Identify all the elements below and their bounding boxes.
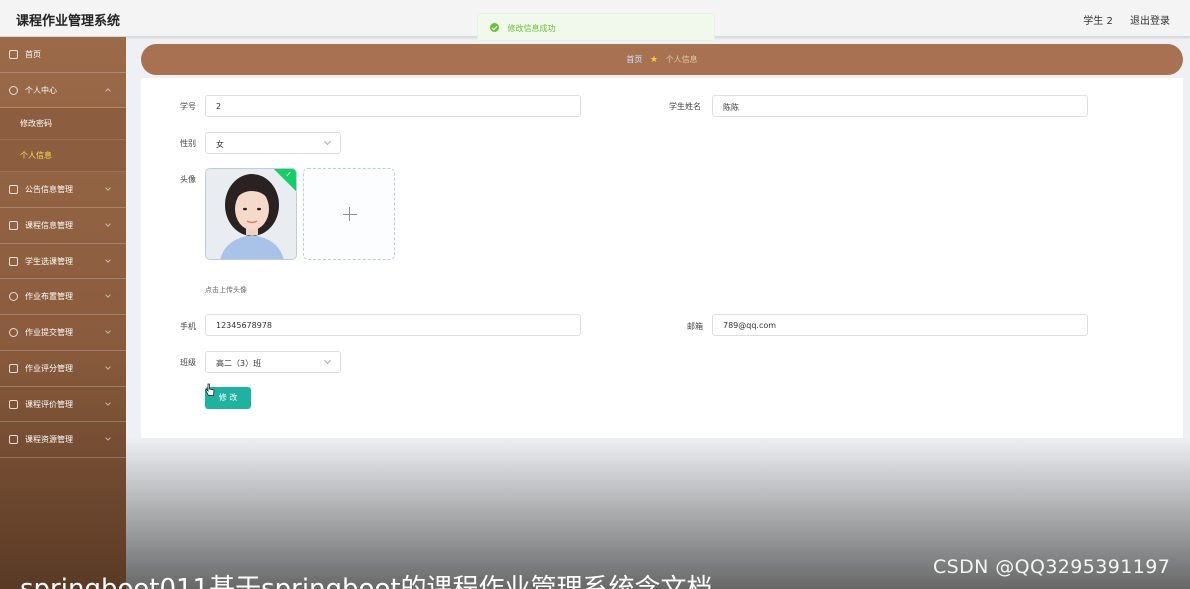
success-toast: 修改信息成功 [477,13,715,41]
phone-label: 手机 [180,322,196,331]
avatar-image[interactable]: ✓ [205,168,297,260]
sidebar-item-course-selection[interactable]: 学生选课管理 [0,244,126,280]
question-icon [9,328,18,338]
sidebar-item-label: 个人中心 [25,85,57,95]
student-id-input[interactable]: 2 [205,95,581,117]
sidebar-item-submission[interactable]: 作业提交管理 [0,315,126,351]
student-name-label: 学生姓名 [669,102,701,111]
chevron-down-icon [105,256,111,263]
chevron-down-icon [105,292,111,299]
chevron-up-icon [105,87,111,94]
sidebar-item-label: 课程信息管理 [25,221,73,231]
sidebar: 首页 个人中心 修改密码 个人信息 公告信息管理 课程信息管理 学生选课管理 作… [0,37,126,589]
sidebar-item-personal-center[interactable]: 个人中心 [0,73,126,109]
sidebar-item-notice[interactable]: 公告信息管理 [0,172,126,209]
submenu-personal-info[interactable]: 个人信息 [0,140,126,173]
hand-cursor-icon [205,383,215,396]
rating-icon [9,399,18,409]
course-icon [9,221,18,231]
student-name-input[interactable]: 陈陈 [712,95,1088,117]
notice-icon [9,185,18,195]
breadcrumb-home[interactable]: 首页 [626,55,642,64]
sidebar-item-label: 公告信息管理 [25,185,73,195]
sidebar-item-resources[interactable]: 课程资源管理 [0,422,126,458]
sidebar-item-home[interactable]: 首页 [0,37,126,73]
avatar-portrait [206,169,296,259]
chevron-down-icon [323,137,332,146]
chevron-down-icon [105,435,111,442]
breadcrumb: 首页 ★ 个人信息 [141,44,1183,75]
clock-icon [9,292,18,302]
sidebar-item-label: 学生选课管理 [25,256,73,266]
profile-form: 学号 2 学生姓名 陈陈 性别 女 头像 ✓ 点击上传头像 手机 1234567… [141,78,1183,438]
gender-select-value: 女 [216,140,224,149]
current-user[interactable]: 学生 2 [1083,16,1113,27]
list-icon [9,256,18,266]
chevron-down-icon [105,399,111,406]
sidebar-item-label: 首页 [25,50,41,59]
avatar-label: 头像 [180,175,196,184]
class-select[interactable]: 高二（3）班 [205,351,341,373]
gender-select[interactable]: 女 [205,132,341,154]
email-label: 邮箱 [687,322,703,331]
breadcrumb-current: 个人信息 [665,55,698,64]
plus-icon-vertical [349,207,350,221]
chevron-down-icon [105,328,111,334]
sidebar-item-assignment[interactable]: 作业布置管理 [0,279,126,316]
chevron-down-icon [105,363,111,370]
video-caption: springboot011基于springboot的课程作业管理系统含文档 [20,574,713,589]
class-label: 班级 [180,358,196,367]
avatar-upload-hint: 点击上传头像 [205,286,247,294]
student-id-label: 学号 [180,102,196,111]
app-title: 课程作业管理系统 [16,14,121,29]
watermark: CSDN @QQ3295391197 [933,556,1171,578]
sidebar-item-label: 作业提交管理 [25,328,73,338]
submenu-change-password[interactable]: 修改密码 [0,108,126,141]
personal-center-submenu: 修改密码 个人信息 [0,108,126,173]
user-icon [9,85,18,95]
phone-input[interactable]: 12345678978 [205,314,581,336]
toast-message: 修改信息成功 [507,24,556,33]
sidebar-item-label: 课程评价管理 [25,399,73,409]
sidebar-item-course[interactable]: 课程信息管理 [0,208,126,244]
sidebar-item-grading[interactable]: 作业评分管理 [0,351,126,387]
home-icon [9,50,18,59]
grid-icon [9,363,18,373]
star-icon: ★ [649,55,659,65]
sidebar-item-label: 课程资源管理 [25,435,73,445]
chevron-down-icon [105,185,111,192]
check-icon: ✓ [285,170,292,179]
email-input[interactable]: 789@qq.com [712,314,1088,336]
logout-link[interactable]: 退出登录 [1130,16,1170,27]
plus-icon [343,214,357,215]
gender-label: 性别 [180,139,196,148]
sidebar-item-label: 作业评分管理 [25,363,73,373]
class-select-value: 高二（3）班 [216,359,262,368]
sidebar-item-label: 作业布置管理 [25,292,73,302]
chevron-down-icon [105,221,111,227]
success-check-icon [490,23,499,32]
folder-icon [9,435,18,445]
header-user-area: 学生 2 退出登录 [1069,12,1170,27]
chevron-down-icon [323,356,332,365]
sidebar-item-evaluation[interactable]: 课程评价管理 [0,387,126,423]
avatar-upload-button[interactable] [303,168,395,260]
